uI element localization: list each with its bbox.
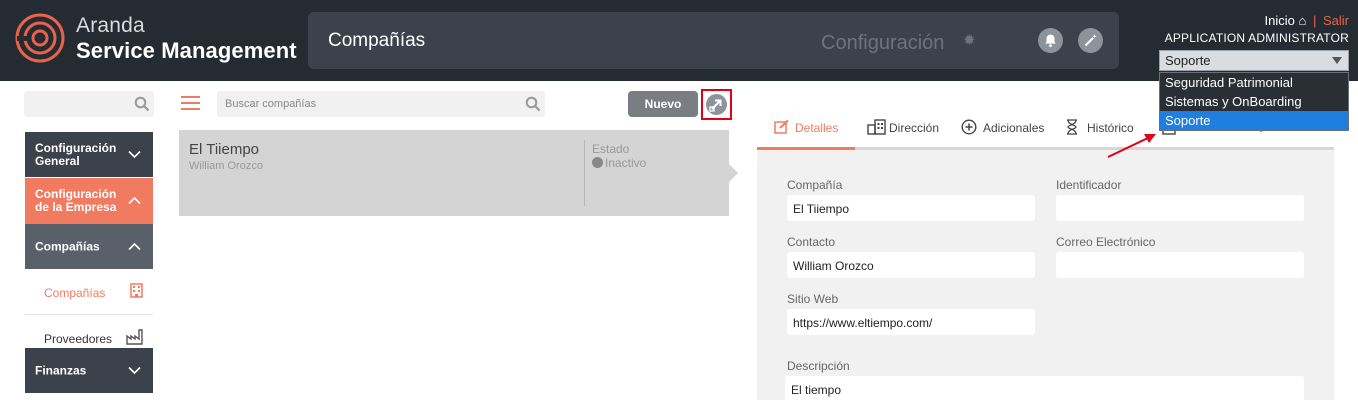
company-card[interactable]: El Tiiempo William Orozco Estado Inactiv… [179, 130, 729, 216]
company-field-label: Compañía [787, 178, 843, 192]
buildings-icon [867, 119, 886, 135]
tab-label: Detalles [795, 121, 839, 135]
link-separator: | [1312, 13, 1317, 28]
top-header: Aranda Service Management Compañías Conf… [0, 0, 1358, 81]
top-links: Inicio ⌂ | Salir [1265, 13, 1350, 28]
home-icon[interactable]: ⌂ [1298, 13, 1306, 28]
identifier-field-label: Identificador [1056, 178, 1122, 192]
detail-panel: Detalles Dirección Adicionales Histórico… [757, 106, 1334, 400]
tab-label: Adicionales [983, 121, 1045, 135]
tab-adicionales[interactable]: Adicionales [961, 106, 1056, 150]
contact-field[interactable]: William Orozco [787, 252, 1035, 278]
gear-icon[interactable]: ✹ [963, 31, 976, 49]
brand-product: Service Management [76, 38, 297, 63]
tab-historico[interactable]: Histórico [1066, 106, 1151, 150]
card-pointer [729, 164, 738, 182]
tab-direccion[interactable]: Dirección [867, 106, 957, 150]
hamburger-menu-icon[interactable] [181, 96, 200, 110]
edit-icon [774, 119, 789, 134]
bell-icon[interactable] [1038, 28, 1063, 53]
brand-name: Aranda [76, 14, 145, 37]
tab-label: Dirección [889, 121, 940, 135]
new-button[interactable]: Nuevo [628, 91, 698, 117]
status-dot-icon [592, 157, 603, 168]
website-field[interactable]: https://www.eltiempo.com/ [787, 309, 1035, 335]
user-name: APPLICATION ADMINISTRATOR [1164, 31, 1349, 45]
chevron-up-icon [128, 242, 141, 250]
sidebar-item-finanzas[interactable]: Finanzas [25, 348, 153, 393]
tab-detalles[interactable]: Detalles [757, 106, 855, 150]
project-dropdown: Seguridad Patrimonial Sistemas y OnBoard… [1159, 72, 1349, 131]
chevron-up-icon [128, 196, 141, 205]
sidebar-item-companias[interactable]: Compañías [25, 224, 153, 269]
status-badge: Inactivo [592, 156, 646, 170]
company-search-input[interactable]: Buscar compañías [217, 91, 545, 117]
description-field[interactable]: El tiempo [785, 376, 1304, 400]
hourglass-icon [1067, 119, 1077, 135]
sidebar-item-label: Finanzas [35, 363, 87, 377]
sidebar-subitem-companias[interactable]: Compañías [25, 270, 153, 315]
company-field[interactable]: El Tiiempo [787, 195, 1035, 221]
project-select-value: Soporte [1165, 53, 1211, 68]
sidebar-subitem-label: Compañías [44, 286, 106, 300]
header-title-bar: Compañías Configuración ✹ [308, 12, 1119, 69]
magic-wand-icon[interactable] [1078, 28, 1103, 53]
search-placeholder: Buscar compañías [225, 98, 317, 110]
chevron-down-icon [128, 366, 141, 374]
logout-link[interactable]: Salir [1323, 13, 1349, 28]
card-divider [584, 140, 585, 206]
chevron-down-icon [1332, 57, 1342, 64]
aranda-logo-icon[interactable] [14, 12, 66, 64]
identifier-field[interactable] [1056, 195, 1304, 221]
building-icon [130, 283, 143, 298]
page-title: Compañías [328, 30, 426, 51]
sidebar-search-input[interactable] [24, 91, 154, 117]
website-field-label: Sitio Web [787, 292, 839, 306]
export-button[interactable] [701, 89, 732, 120]
export-icon [706, 94, 727, 115]
email-field[interactable] [1056, 252, 1304, 278]
sidebar-item-label: Configuración General [35, 140, 117, 168]
project-select[interactable]: Soporte [1159, 50, 1349, 71]
configuration-link[interactable]: Configuración [821, 32, 944, 55]
company-name: El Tiiempo [189, 141, 260, 158]
description-field-label: Descripción [787, 359, 850, 373]
project-option-selected[interactable]: Soporte [1160, 111, 1348, 130]
home-link[interactable]: Inicio [1265, 13, 1295, 28]
state-label: Estado [592, 142, 630, 156]
email-field-label: Correo Electrónico [1056, 235, 1156, 249]
state-value: Inactivo [605, 156, 647, 170]
search-icon[interactable] [134, 96, 150, 112]
chevron-down-icon [128, 150, 141, 158]
project-option[interactable]: Sistemas y OnBoarding [1160, 92, 1348, 111]
project-option[interactable]: Seguridad Patrimonial [1160, 73, 1348, 92]
search-icon[interactable] [525, 96, 541, 112]
sidebar-subitem-label: Proveedores [44, 332, 113, 346]
factory-icon [126, 329, 143, 345]
sidebar-item-label: Configuración de la Empresa [35, 187, 117, 214]
sidebar-item-configuracion-general[interactable]: Configuración General [25, 132, 153, 177]
sidebar-item-configuracion-empresa[interactable]: Configuración de la Empresa [25, 178, 153, 224]
sidebar-item-label: Compañías [35, 239, 100, 253]
plus-circle-icon [961, 119, 977, 135]
contact-field-label: Contacto [787, 235, 836, 249]
company-contact: William Orozco [189, 160, 263, 172]
tab-label: Histórico [1087, 121, 1134, 135]
